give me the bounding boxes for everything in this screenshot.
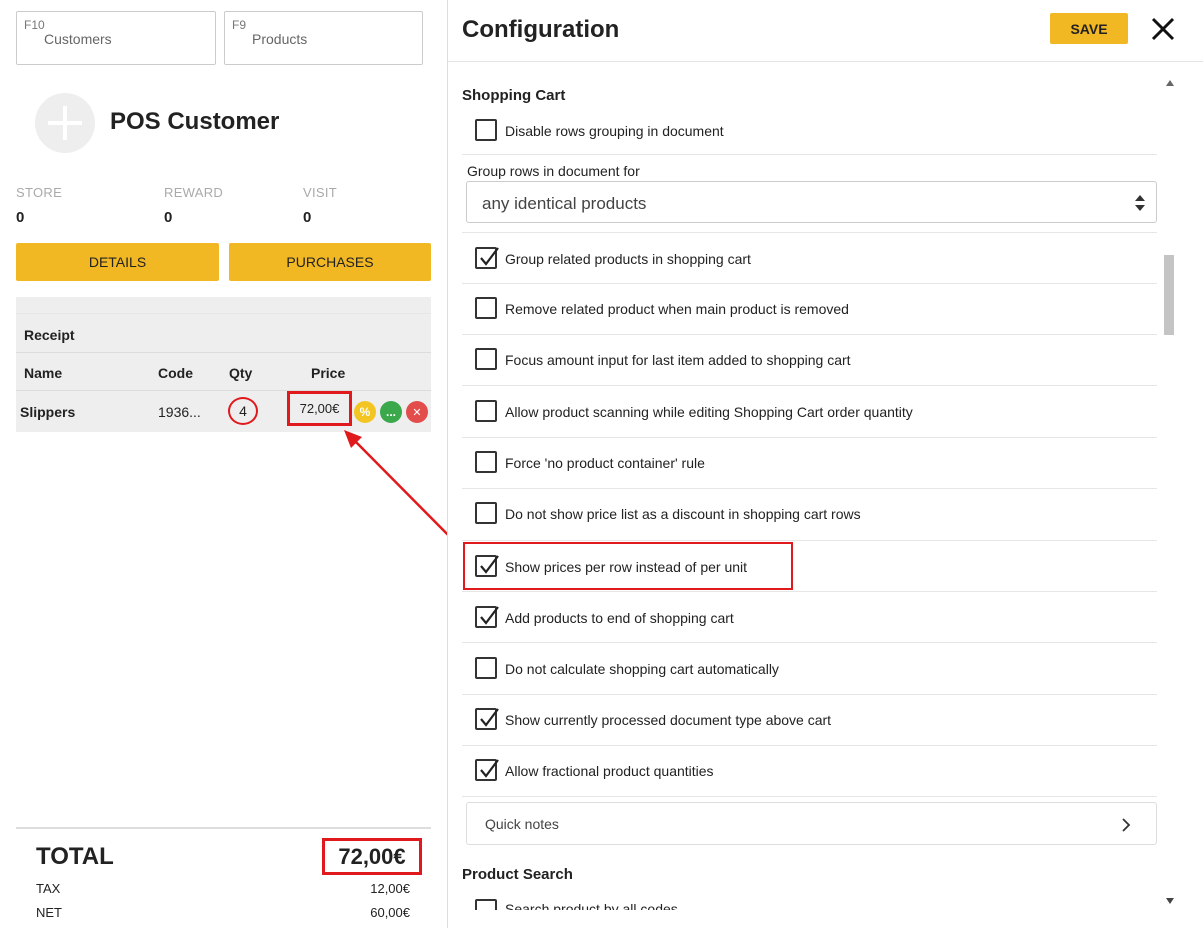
page-title: Configuration bbox=[462, 16, 620, 43]
tax-value: 12,00€ bbox=[370, 881, 410, 896]
option-disable-rows-grouping[interactable]: Disable rows grouping in document bbox=[462, 106, 1157, 155]
section-title-product-search: Product Search bbox=[462, 866, 573, 883]
option-label: Do not show price list as a discount in … bbox=[505, 506, 861, 522]
option-label: Search product by all codes bbox=[505, 901, 678, 910]
checkbox[interactable] bbox=[475, 451, 497, 473]
checkmark-icon bbox=[480, 708, 499, 727]
option-do-not-calculate-automatically[interactable]: Do not calculate shopping cart automatic… bbox=[462, 643, 1157, 695]
select-arrows-icon bbox=[1134, 193, 1146, 218]
checkbox[interactable] bbox=[475, 348, 497, 370]
tax-label: TAX bbox=[36, 881, 61, 896]
option-label: Force 'no product container' rule bbox=[505, 455, 705, 471]
net-label: NET bbox=[36, 905, 62, 920]
checkbox[interactable] bbox=[475, 502, 497, 524]
option-remove-related-product[interactable]: Remove related product when main product… bbox=[462, 284, 1157, 335]
option-label: Add products to end of shopping cart bbox=[505, 610, 734, 626]
checkmark-icon bbox=[480, 759, 499, 778]
scroll-mask bbox=[448, 910, 1163, 928]
option-label: Allow product scanning while editing Sho… bbox=[505, 404, 913, 420]
option-allow-fractional-quantities[interactable]: Allow fractional product quantities bbox=[462, 746, 1157, 797]
option-group-related-products[interactable]: Group related products in shopping cart bbox=[462, 232, 1157, 284]
option-label: Remove related product when main product… bbox=[505, 301, 849, 317]
option-label: Do not calculate shopping cart automatic… bbox=[505, 661, 779, 677]
group-rows-value: any identical products bbox=[482, 194, 647, 213]
total-value: 72,00€ bbox=[322, 838, 422, 875]
option-show-document-type[interactable]: Show currently processed document type a… bbox=[462, 695, 1157, 746]
scrollbar-thumb[interactable] bbox=[1164, 255, 1174, 335]
chevron-right-icon bbox=[1121, 817, 1131, 838]
save-button[interactable]: SAVE bbox=[1050, 13, 1128, 44]
header-divider bbox=[448, 61, 1203, 62]
quick-notes-button[interactable]: Quick notes bbox=[466, 802, 1157, 845]
checkbox[interactable] bbox=[475, 899, 497, 910]
option-add-products-to-end[interactable]: Add products to end of shopping cart bbox=[462, 592, 1157, 643]
checkmark-icon bbox=[480, 606, 499, 625]
group-rows-select[interactable]: any identical products bbox=[466, 181, 1157, 223]
option-allow-scanning-while-editing[interactable]: Allow product scanning while editing Sho… bbox=[462, 386, 1157, 438]
close-icon[interactable] bbox=[1148, 12, 1178, 46]
checkmark-icon bbox=[480, 247, 499, 266]
option-focus-amount-input[interactable]: Focus amount input for last item added t… bbox=[462, 335, 1157, 386]
group-rows-label: Group rows in document for bbox=[467, 163, 640, 179]
option-label: Group related products in shopping cart bbox=[505, 251, 751, 267]
checkbox[interactable] bbox=[475, 297, 497, 319]
customer-panel: F10 Customers F9 Products POS Customer S… bbox=[0, 0, 463, 928]
quick-notes-label: Quick notes bbox=[485, 816, 559, 832]
option-do-not-show-price-list-discount[interactable]: Do not show price list as a discount in … bbox=[462, 489, 1157, 541]
configuration-panel: Configuration SAVE Shopping Cart Disable… bbox=[448, 0, 1203, 928]
checkbox-checked[interactable] bbox=[475, 606, 499, 628]
annotation-highlight-box bbox=[463, 542, 793, 590]
option-force-no-product-container[interactable]: Force 'no product container' rule bbox=[462, 438, 1157, 489]
checkbox-checked[interactable] bbox=[475, 247, 499, 269]
checkbox-checked[interactable] bbox=[475, 708, 499, 730]
scrollbar[interactable] bbox=[1163, 76, 1177, 910]
checkbox[interactable] bbox=[475, 657, 497, 679]
section-title-shopping-cart: Shopping Cart bbox=[462, 87, 566, 104]
checkbox[interactable] bbox=[475, 119, 497, 141]
totals-section: TOTAL 72,00€ TAX 12,00€ NET 60,00€ bbox=[16, 827, 431, 928]
checkbox[interactable] bbox=[475, 400, 497, 422]
option-search-by-all-codes[interactable]: Search product by all codes bbox=[462, 893, 1157, 910]
option-label: Show currently processed document type a… bbox=[505, 712, 832, 728]
net-value: 60,00€ bbox=[370, 905, 410, 920]
option-label: Disable rows grouping in document bbox=[505, 123, 724, 139]
total-label: TOTAL bbox=[36, 843, 114, 870]
checkbox-checked[interactable] bbox=[475, 759, 499, 781]
option-label: Focus amount input for last item added t… bbox=[505, 352, 851, 368]
option-label: Allow fractional product quantities bbox=[505, 763, 714, 779]
